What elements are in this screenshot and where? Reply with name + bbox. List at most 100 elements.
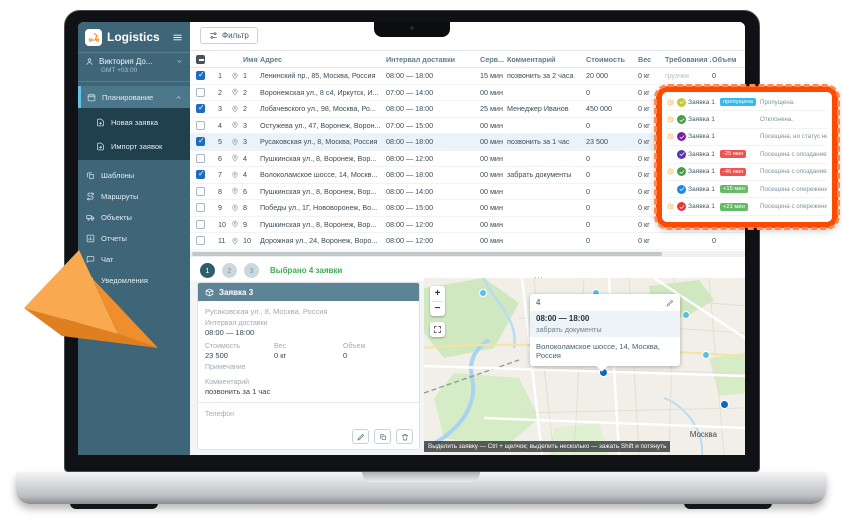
scrollbar-thumb[interactable] <box>192 252 662 256</box>
cell-service: 00 мин <box>480 236 507 245</box>
cell-cost: 0 <box>586 236 638 245</box>
filter-button[interactable]: Фильтр <box>200 27 258 44</box>
cell-interval: 08:00 — 12:00 <box>386 220 480 229</box>
cost-value: 23 500 <box>205 351 274 360</box>
row-checkbox[interactable] <box>196 187 205 196</box>
cell-interval: 08:00 — 18:00 <box>386 137 480 146</box>
duplicate-button[interactable] <box>374 429 391 444</box>
zoom-out-button[interactable]: − <box>430 301 445 316</box>
col-cost[interactable]: Стоимость <box>586 55 638 64</box>
pencil-icon <box>666 299 674 307</box>
page-button[interactable]: 3 <box>244 263 259 278</box>
cell-service: 00 мин <box>480 220 507 229</box>
legend-row: Заявка 1 Посещена, но статус не указан. <box>667 129 827 146</box>
legend-description: Посещена с опережением, подтверждена. <box>760 186 827 193</box>
row-checkbox[interactable] <box>196 154 205 163</box>
chevron-down-icon <box>176 58 183 65</box>
row-checkbox[interactable] <box>196 203 205 212</box>
status-legend-annotation: Заявка 1 пропущена Пропущена. Заявка 1 О… <box>656 86 838 228</box>
legend-time-badge: -25 мин <box>720 150 746 158</box>
row-checkbox[interactable] <box>196 121 205 130</box>
toolbar: Фильтр <box>190 22 745 51</box>
sidebar-item-objects[interactable]: Объекты <box>78 207 190 228</box>
weight-label: Вес <box>274 343 343 350</box>
planning-submenu: Новая заявка Импорт заявок <box>78 108 190 160</box>
row-number: 4 <box>218 121 231 130</box>
row-checkbox[interactable] <box>196 170 205 179</box>
col-name[interactable]: Имя ↑ <box>243 55 260 64</box>
cell-volume: 0 <box>712 236 745 245</box>
detail-card-title: Заявка 3 <box>219 288 253 297</box>
col-weight[interactable]: Вес <box>638 55 665 64</box>
check-icon <box>679 117 685 123</box>
map-marker[interactable] <box>682 311 690 319</box>
cell-name: 4 <box>243 154 260 163</box>
sidebar-item-import-orders[interactable]: Импорт заявок <box>78 134 190 158</box>
panel-splitter[interactable]: ⋯ <box>534 272 544 283</box>
cell-address: Победы ул., 1Г, Нововоронеж, Во... <box>260 203 386 212</box>
col-interval[interactable]: Интервал доставки <box>386 55 480 64</box>
col-address[interactable]: Адрес <box>260 55 386 64</box>
row-checkbox[interactable] <box>196 71 205 80</box>
row-checkbox[interactable] <box>196 88 205 97</box>
page-button[interactable]: 2 <box>222 263 237 278</box>
check-icon <box>679 204 685 210</box>
clock-icon <box>667 99 674 106</box>
cell-service: 00 мин <box>480 88 507 97</box>
row-checkbox[interactable] <box>196 220 205 229</box>
calendar-icon <box>87 93 96 102</box>
edit-button[interactable] <box>352 429 369 444</box>
col-volume[interactable]: Объем <box>712 55 745 64</box>
map-fullscreen-button[interactable] <box>430 322 445 337</box>
row-checkbox[interactable] <box>196 104 205 113</box>
cell-address: Воронежская ул., 8 с4, Иркутск, И... <box>260 88 386 97</box>
sidebar-item-reports[interactable]: Отчеты <box>78 228 190 249</box>
selected-count-text: Выбрано 4 заявки <box>270 266 342 275</box>
sidebar-item-new-order[interactable]: Новая заявка <box>78 110 190 134</box>
row-number: 8 <box>218 187 231 196</box>
hamburger-icon[interactable] <box>172 32 183 43</box>
cell-service: 00 мин <box>480 203 507 212</box>
pin-icon <box>231 171 239 179</box>
status-dot-icon <box>677 132 686 141</box>
select-all-checkbox[interactable] <box>196 55 205 64</box>
legend-row: Заявка 1 +15 мин Посещена с опережением,… <box>667 181 827 198</box>
note-label: Примечание <box>205 364 412 371</box>
status-dot-icon <box>677 150 686 159</box>
col-service[interactable]: Серв... <box>480 55 507 64</box>
page-button[interactable]: 1 <box>200 263 215 278</box>
user-menu[interactable]: Виктория До... GMT +03:00 <box>78 52 190 82</box>
table-row[interactable]: 11 10 Дорожная ул., 24, Воронеж, Воро...… <box>190 233 745 250</box>
pin-icon <box>231 237 239 245</box>
cell-name: 8 <box>243 203 260 212</box>
cell-address: Пушкинская ул., 8, Воронеж, Вор... <box>260 187 386 196</box>
pin-icon <box>231 138 239 146</box>
map-marker[interactable] <box>702 351 710 359</box>
sidebar-item-routes[interactable]: Маршруты <box>78 186 190 207</box>
copy-icon <box>379 433 387 441</box>
doc-import-icon <box>96 142 105 151</box>
col-requirements[interactable]: Требования ... <box>665 55 712 64</box>
row-checkbox[interactable] <box>196 236 205 245</box>
check-icon <box>679 186 685 192</box>
sidebar-item-label: Импорт заявок <box>111 142 182 151</box>
app-screen: Logistics Виктория До... GMT +03:00 План… <box>78 22 745 455</box>
sidebar-item-templates[interactable]: Шаблоны <box>78 165 190 186</box>
map[interactable]: + − 4 08:00 — 18:00 забрать докуме <box>424 278 745 455</box>
legend-time-badge: пропущена <box>720 98 756 106</box>
report-icon <box>86 234 95 243</box>
zoom-in-button[interactable]: + <box>430 286 445 301</box>
map-marker-selected[interactable] <box>720 400 729 409</box>
check-icon <box>679 99 685 105</box>
route-icon <box>86 192 95 201</box>
row-checkbox[interactable] <box>196 137 205 146</box>
sidebar-item-planning[interactable]: Планирование <box>78 86 190 108</box>
cell-weight: 0 кг <box>638 236 665 245</box>
map-marker[interactable] <box>479 289 487 297</box>
delete-button[interactable] <box>396 429 413 444</box>
popup-edit-button[interactable] <box>666 299 674 307</box>
col-comment[interactable]: Комментарий <box>507 55 586 64</box>
cell-name: 2 <box>243 88 260 97</box>
horizontal-scrollbar[interactable] <box>190 251 745 257</box>
table-row[interactable]: 1 1 Ленинский пр., 85, Москва, Россия 08… <box>190 68 745 85</box>
